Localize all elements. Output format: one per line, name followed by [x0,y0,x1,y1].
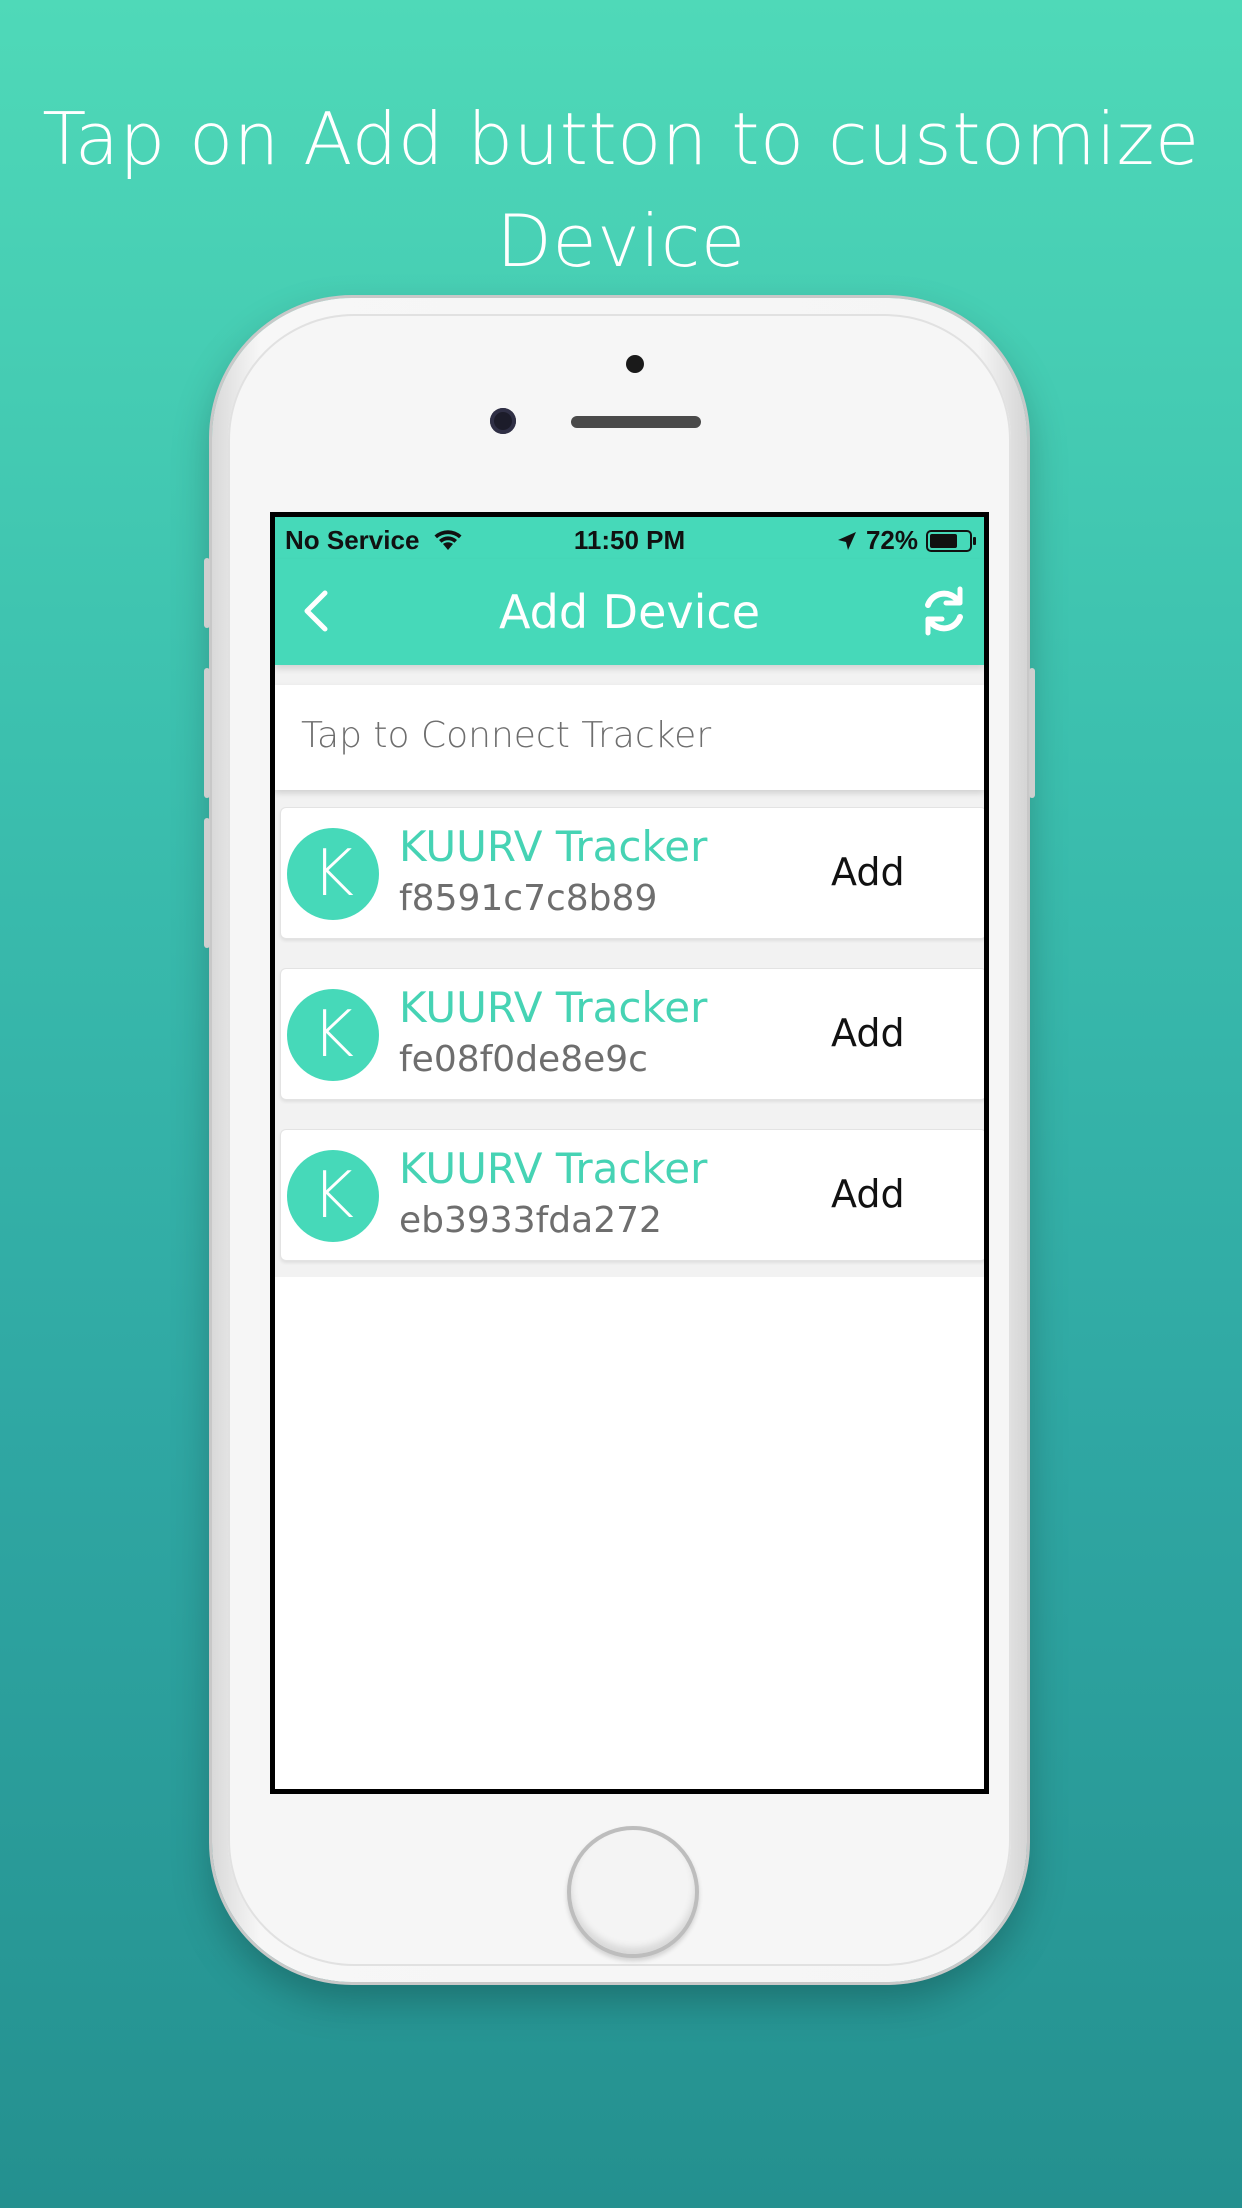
content-background-lower [275,1277,984,1789]
nav-bar: Add Device [275,559,984,665]
mute-switch [204,558,210,628]
device-avatar: K [287,989,379,1081]
proximity-sensor [626,355,644,373]
app-screen: No Service 11:50 PM 72% Add Device Tap t… [275,517,984,1789]
device-avatar: K [287,1150,379,1242]
phone-frame: No Service 11:50 PM 72% Add Device Tap t… [204,298,1035,1982]
battery-percent: 72% [865,525,918,555]
phone-screen: No Service 11:50 PM 72% Add Device Tap t… [270,512,989,1794]
device-card[interactable]: K KUURV Tracker f8591c7c8b89 Add [280,807,984,939]
device-avatar: K [287,828,379,920]
device-id: f8591c7c8b89 [399,878,658,919]
page-title: Add Device [499,585,760,639]
power-button [1029,668,1035,798]
headline-line-2: Device [496,199,746,283]
volume-down-button [204,818,210,948]
battery-level [930,533,958,548]
device-name: KUURV Tracker [399,1144,708,1193]
device-list: K KUURV Tracker f8591c7c8b89 Add K KUURV… [280,807,984,1290]
connect-tracker-bar[interactable]: Tap to Connect Tracker [275,685,984,790]
refresh-icon[interactable] [914,581,974,641]
device-id: fe08f0de8e9c [399,1039,648,1080]
headline: Tap on Add button to customize Device [0,88,1242,292]
add-device-button[interactable]: Add [831,1011,905,1055]
location-arrow-icon [837,531,856,550]
device-name: KUURV Tracker [399,983,708,1032]
volume-up-button [204,668,210,798]
status-right: 72% [836,525,976,556]
device-card[interactable]: K KUURV Tracker fe08f0de8e9c Add [280,968,984,1100]
connect-tracker-label: Tap to Connect Tracker [301,715,712,756]
earpiece-speaker [571,416,701,428]
device-name: KUURV Tracker [399,822,708,871]
device-card[interactable]: K KUURV Tracker eb3933fda272 Add [280,1129,984,1261]
add-device-button[interactable]: Add [831,850,905,894]
home-button[interactable] [567,1826,699,1958]
battery-icon [926,529,976,552]
phone-face: No Service 11:50 PM 72% Add Device Tap t… [228,314,1011,1966]
device-id: eb3933fda272 [399,1200,662,1241]
status-bar: No Service 11:50 PM 72% [275,517,984,559]
headline-line-1: Tap on Add button to customize [42,97,1200,181]
front-camera [490,408,516,434]
add-device-button[interactable]: Add [831,1172,905,1216]
